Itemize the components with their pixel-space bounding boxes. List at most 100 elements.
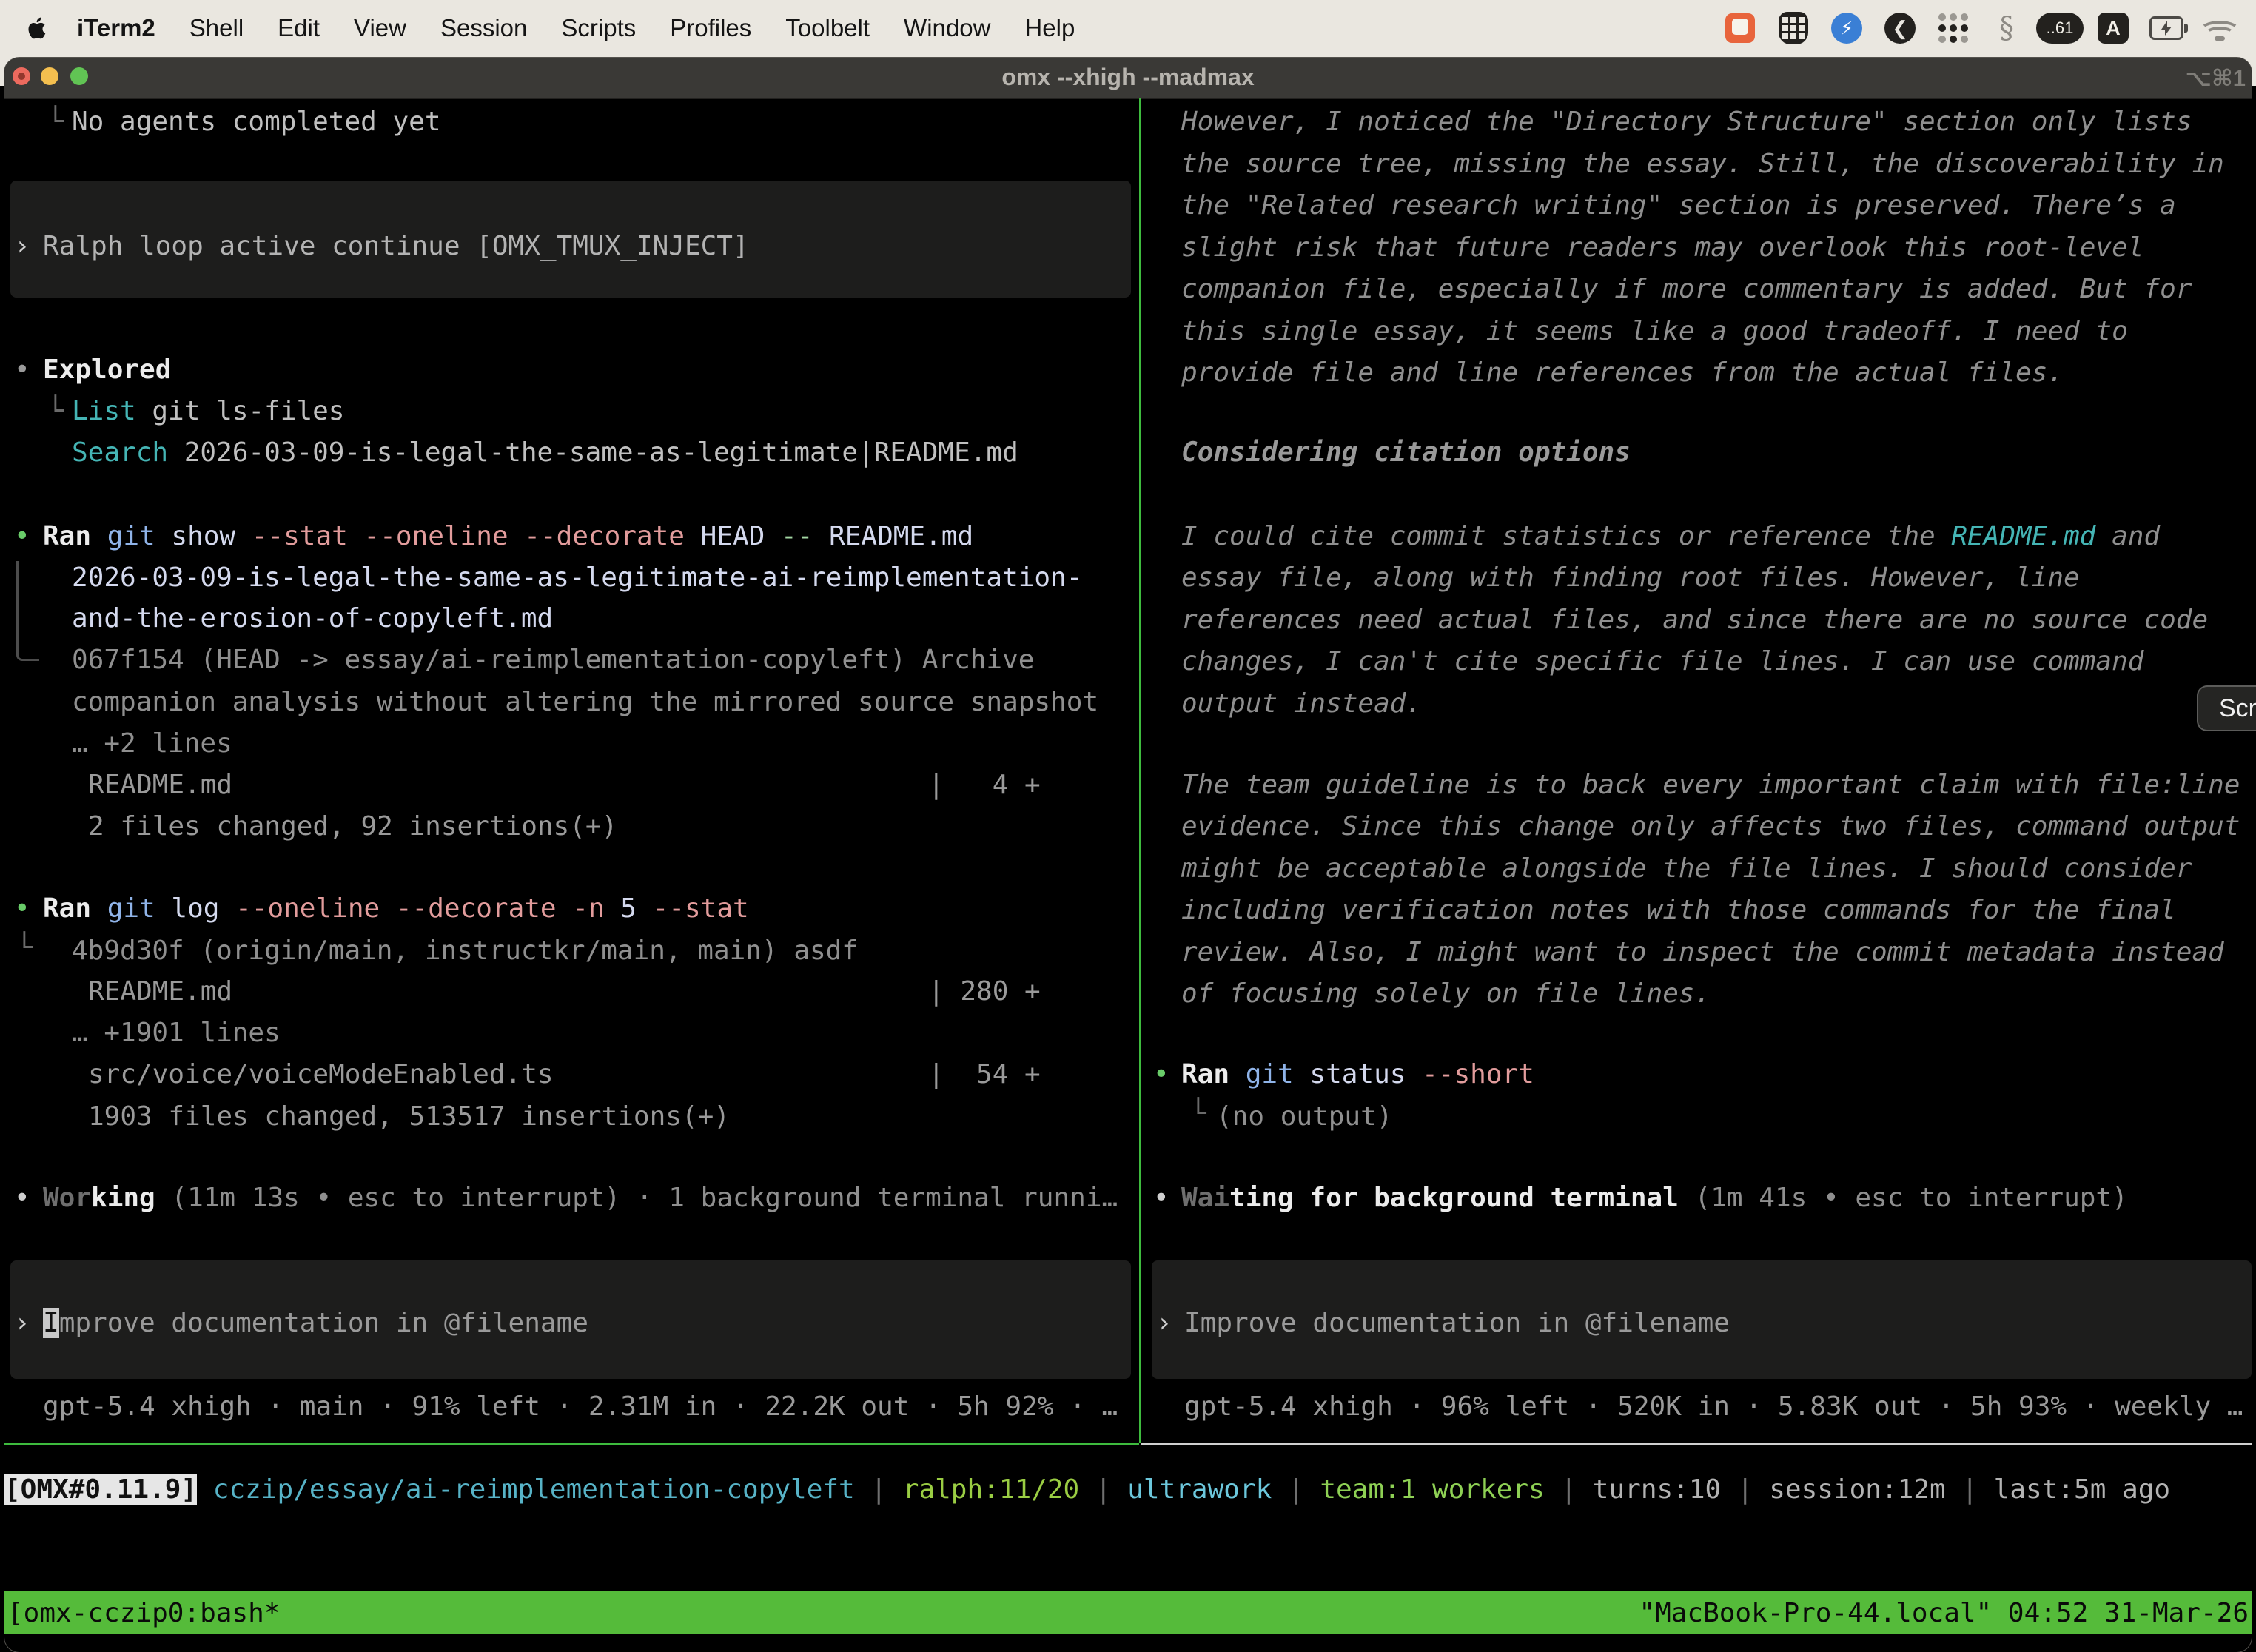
bullet-icon-green: •: [14, 892, 30, 926]
bullet-icon: •: [14, 353, 30, 387]
git-show-output-line: 067f154 (HEAD -> essay/ai-reimplementati…: [72, 643, 1034, 677]
reasoning-line: slight risk that future readers may over…: [1181, 231, 2143, 265]
menu-item-view[interactable]: View: [354, 14, 406, 42]
reasoning-line: this single essay, it seems like a good …: [1181, 315, 2128, 349]
bullet-icon-green: •: [14, 520, 30, 554]
arc-browser-icon[interactable]: ❮: [1883, 11, 1917, 45]
reasoning-line: the source tree, missing the essay. Stil…: [1181, 147, 2224, 181]
menu-bar: iTerm2 Shell Edit View Session Scripts P…: [0, 0, 2256, 56]
reasoning-line: However, I noticed the "Directory Struct…: [1181, 105, 2192, 139]
reasoning-line: evidence. Since this change only affects…: [1181, 810, 2240, 844]
menu-item-toolbelt[interactable]: Toolbelt: [785, 14, 870, 42]
menu-item-shell[interactable]: Shell: [189, 14, 244, 42]
menu-item-profiles[interactable]: Profiles: [670, 14, 751, 42]
reasoning-line: of focusing solely on file lines.: [1181, 977, 1711, 1011]
right-model-status-line: gpt-5.4 xhigh · 96% left · 520K in · 5.8…: [1184, 1390, 2243, 1424]
menu-item-scripts[interactable]: Scripts: [561, 14, 636, 42]
reasoning-line: review. Also, I might want to inspect th…: [1181, 936, 2224, 970]
window-title: omx --xhigh --madmax: [0, 64, 2256, 91]
battery-icon[interactable]: [2149, 11, 2183, 45]
dots-grid-icon[interactable]: [1936, 11, 1970, 45]
omx-last: last:5m ago: [1994, 1474, 2170, 1505]
tree-glyph: └: [1190, 1097, 1206, 1131]
prompt-chevron: ›: [14, 229, 30, 263]
reasoning-line: output instead.: [1181, 687, 1422, 721]
tmux-host-clock: "MacBook-Pro-44.local" 04:52 31-Mar-26: [1639, 1598, 2249, 1628]
ralph-loop-message: Ralph loop active continue [OMX_TMUX_INJ…: [43, 229, 749, 263]
tmux-status-bar: [omx-cczip0:bash* "MacBook-Pro-44.local"…: [4, 1591, 2252, 1634]
apple-menu-icon[interactable]: [27, 15, 49, 41]
wifi-icon[interactable]: [2203, 11, 2237, 45]
omx-team: team:1 workers: [1320, 1474, 1544, 1505]
menu-item-edit[interactable]: Edit: [278, 14, 320, 42]
diffstat-summary: 2 files changed, 92 insertions(+): [88, 810, 617, 844]
omx-version-badge: [OMX#0.11.9]: [4, 1474, 197, 1505]
reasoning-line: provide file and line references from th…: [1181, 356, 2064, 390]
waiting-status-line: Waiting for background terminal (1m 41s …: [1181, 1181, 2128, 1215]
omx-session: session:12m: [1769, 1474, 1945, 1505]
left-input-field[interactable]: Improve documentation in @filename: [43, 1306, 588, 1340]
battery-percent-badge[interactable]: ..61: [2043, 11, 2077, 45]
menu-item-help[interactable]: Help: [1024, 14, 1075, 42]
window-shortcut-badge: ⌥⌘1: [2185, 65, 2246, 92]
explored-search-line: Search 2026-03-09-is-legal-the-same-as-l…: [72, 436, 1018, 470]
menu-status-icons: ⚡ ❮ § ..61 A: [1723, 11, 2237, 45]
menu-items: iTerm2 Shell Edit View Session Scripts P…: [77, 14, 1075, 42]
menu-item-iterm2[interactable]: iTerm2: [77, 14, 155, 42]
reasoning-line: changes, I can't cite specific file line…: [1181, 645, 2143, 679]
diffstat-file: src/voice/voiceModeEnabled.ts: [88, 1058, 554, 1092]
tree-glyph: └: [16, 931, 33, 965]
tmux-pane-divider[interactable]: [1139, 98, 1141, 1443]
diffstat-summary: 1903 files changed, 513517 insertions(+): [88, 1100, 730, 1134]
explored-list-line: List git ls-files: [72, 394, 344, 429]
bullet-icon: •: [1153, 1181, 1169, 1215]
reasoning-line: including verification notes with those …: [1181, 893, 2176, 927]
tmux-session-window[interactable]: [omx-cczip0:bash*: [7, 1598, 280, 1628]
prompt-chevron: ›: [14, 1306, 30, 1340]
tree-glyph: └: [47, 394, 64, 429]
search-keyword: Search: [72, 437, 168, 468]
readme-link: README.md: [1951, 521, 2095, 551]
bolt-badge-icon[interactable]: ⚡: [1830, 11, 1864, 45]
screen-capture-tooltip[interactable]: Scre: [2197, 685, 2256, 731]
working-status-line: Working (11m 13s • esc to interrupt) · 1…: [43, 1181, 1118, 1215]
collapsed-lines-indicator: … +2 lines: [72, 727, 232, 761]
diffstat-file: README.md: [88, 975, 232, 1009]
grid-shield-icon[interactable]: [1776, 11, 1810, 45]
reasoning-heading: Considering citation options: [1181, 436, 1631, 470]
reasoning-line: essay file, along with finding root file…: [1181, 561, 2080, 595]
input-source-badge[interactable]: A: [2096, 11, 2130, 45]
explored-heading: Explored: [43, 353, 171, 387]
git-show-command-line: Ran git show --stat --oneline --decorate…: [43, 520, 973, 554]
menu-item-session[interactable]: Session: [440, 14, 527, 42]
diffstat-count: | 4 +: [928, 768, 1041, 802]
reasoning-line: references need actual files, and since …: [1181, 603, 2208, 637]
git-show-output-line: and-the-erosion-of-copyleft.md: [72, 602, 553, 636]
git-status-command-line: Ran git status --short: [1181, 1058, 1534, 1092]
git-log-output-line: 4b9d30f (origin/main, instructkr/main, m…: [72, 934, 858, 968]
menu-item-window[interactable]: Window: [904, 14, 990, 42]
diffstat-file: README.md: [88, 768, 232, 802]
collapsed-lines-indicator: … +1901 lines: [72, 1016, 281, 1050]
omx-branch: cczip/essay/ai-reimplementation-copyleft: [213, 1474, 855, 1505]
list-keyword: List: [72, 396, 136, 426]
git-status-output-line: (no output): [1216, 1100, 1392, 1134]
diffstat-count: | 54 +: [928, 1058, 1041, 1092]
chat-app-icon[interactable]: [1723, 11, 1757, 45]
omx-turns: turns:10: [1593, 1474, 1721, 1505]
git-show-output-line: companion analysis without altering the …: [72, 685, 1098, 719]
bullet-icon: •: [14, 1181, 30, 1215]
omx-status-bar: [OMX#0.11.9] cczip/essay/ai-reimplementa…: [4, 1473, 2170, 1507]
reasoning-line: The team guideline is to back every impo…: [1181, 768, 2240, 802]
prompt-chevron: ›: [1156, 1306, 1172, 1340]
diffstat-count: | 280 +: [928, 975, 1041, 1009]
omx-ralph-counter: ralph:11/20: [903, 1474, 1079, 1505]
left-pane-bottom-border: [4, 1443, 1139, 1445]
git-log-command-line: Ran git log --oneline --decorate -n 5 --…: [43, 892, 749, 926]
left-model-status-line: gpt-5.4 xhigh · main · 91% left · 2.31M …: [43, 1390, 1118, 1424]
reasoning-line: companion file, especially if more comme…: [1181, 272, 2192, 306]
git-show-output-line: 2026-03-09-is-legal-the-same-as-legitima…: [72, 561, 1082, 595]
right-input-field[interactable]: Improve documentation in @filename: [1184, 1306, 1730, 1340]
reasoning-line: the "Related research writing" section i…: [1181, 189, 2176, 223]
squiggle-icon[interactable]: §: [1990, 11, 2024, 45]
